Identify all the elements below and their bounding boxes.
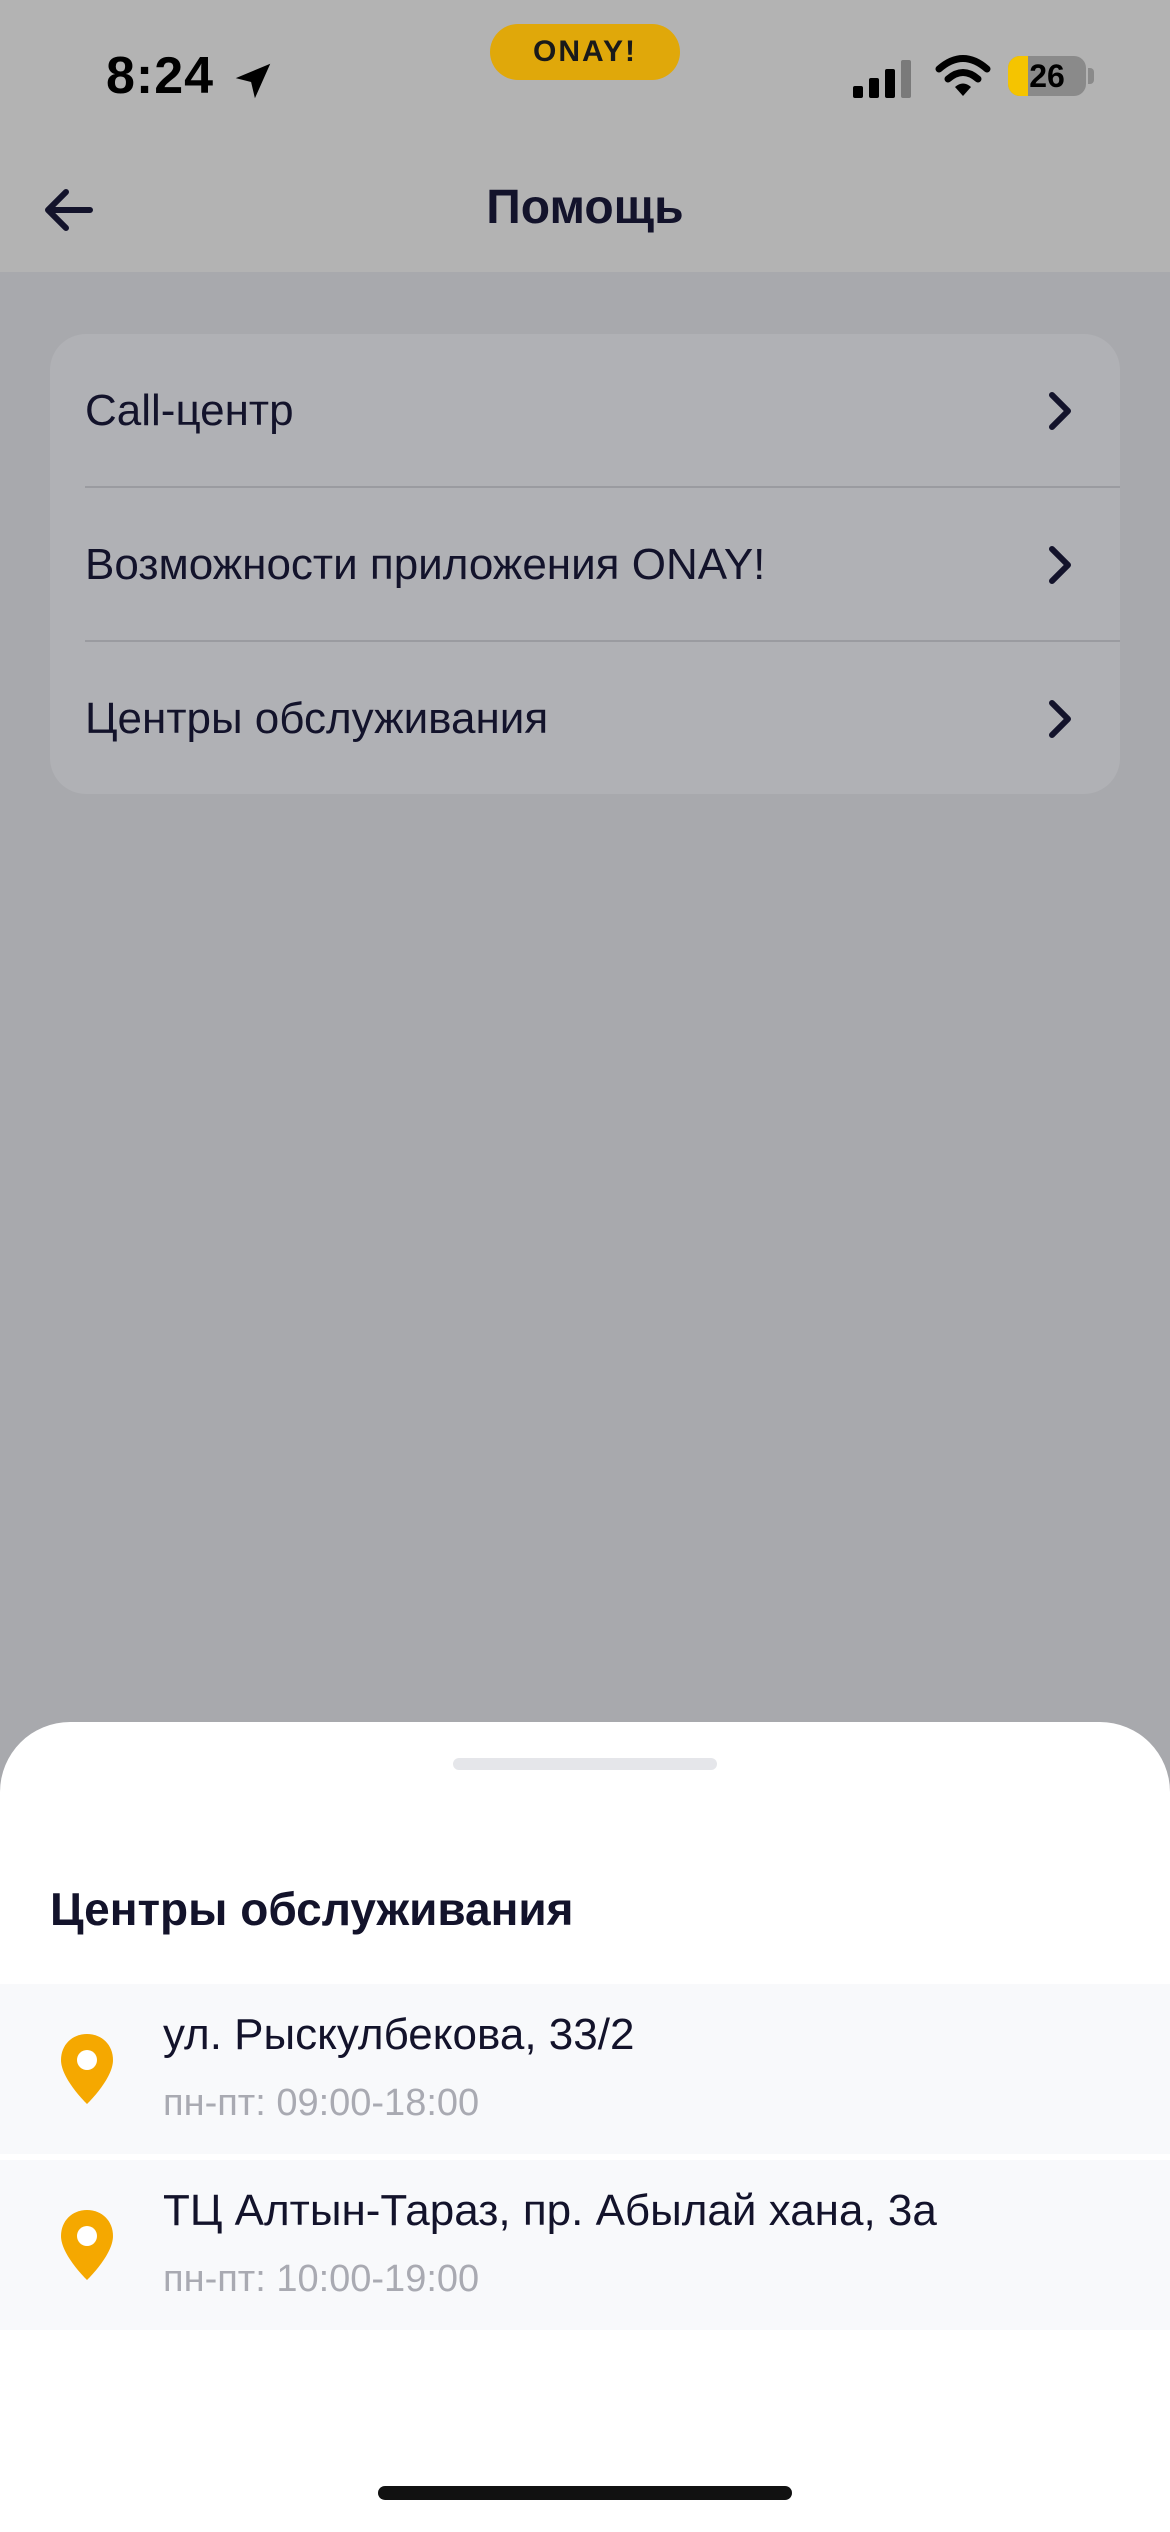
chevron-right-icon (1049, 699, 1071, 738)
sheet-drag-handle[interactable] (453, 1758, 717, 1770)
chevron-right-icon (1049, 545, 1071, 584)
map-pin-icon (61, 2034, 113, 2104)
page-title: Помощь (486, 181, 684, 234)
onay-app-badge: ONAY! (490, 24, 680, 80)
menu-item-app-features[interactable]: Возможности приложения ONAY! (50, 488, 1120, 641)
service-center-item[interactable]: ул. Рыскулбекова, 33/2 пн-пт: 09:00-18:0… (0, 1984, 1170, 2154)
menu-item-label: Возможности приложения ONAY! (85, 539, 766, 589)
home-indicator (378, 2486, 792, 2500)
sheet-title: Центры обслуживания (50, 1883, 574, 1935)
battery-tip (1088, 68, 1094, 84)
service-center-address: ТЦ Алтын-Тараз, пр. Абылай хана, 3а (163, 2186, 937, 2235)
location-arrow-icon (235, 63, 271, 99)
service-center-hours: пн-пт: 10:00-19:00 (163, 2258, 480, 2300)
menu-item-call-center[interactable]: Call-центр (50, 334, 1120, 487)
chevron-right-icon (1049, 391, 1071, 430)
menu-item-label: Call-центр (85, 385, 294, 435)
service-center-address: ул. Рыскулбекова, 33/2 (163, 2010, 635, 2059)
service-centers-sheet: Центры обслуживания ул. Рыскулбекова, 33… (0, 1722, 1170, 2532)
help-menu-card: Call-центр Возможности приложения ONAY! … (50, 334, 1120, 794)
wifi-icon (935, 55, 991, 96)
battery-level: 26 (1029, 57, 1065, 94)
service-center-item[interactable]: ТЦ Алтын-Тараз, пр. Абылай хана, 3а пн-п… (0, 2160, 1170, 2330)
menu-item-service-centers[interactable]: Центры обслуживания (50, 642, 1120, 794)
nav-bar: Помощь (0, 150, 1170, 272)
cellular-signal-icon (853, 60, 911, 98)
menu-item-label: Центры обслуживания (85, 693, 549, 743)
map-pin-icon (61, 2210, 113, 2280)
battery-indicator: 26 (1008, 56, 1086, 96)
status-time: 8:24 (106, 47, 215, 105)
status-bar: 8:24 ONAY! 26 (0, 0, 1170, 150)
service-center-hours: пн-пт: 09:00-18:00 (163, 2082, 480, 2124)
